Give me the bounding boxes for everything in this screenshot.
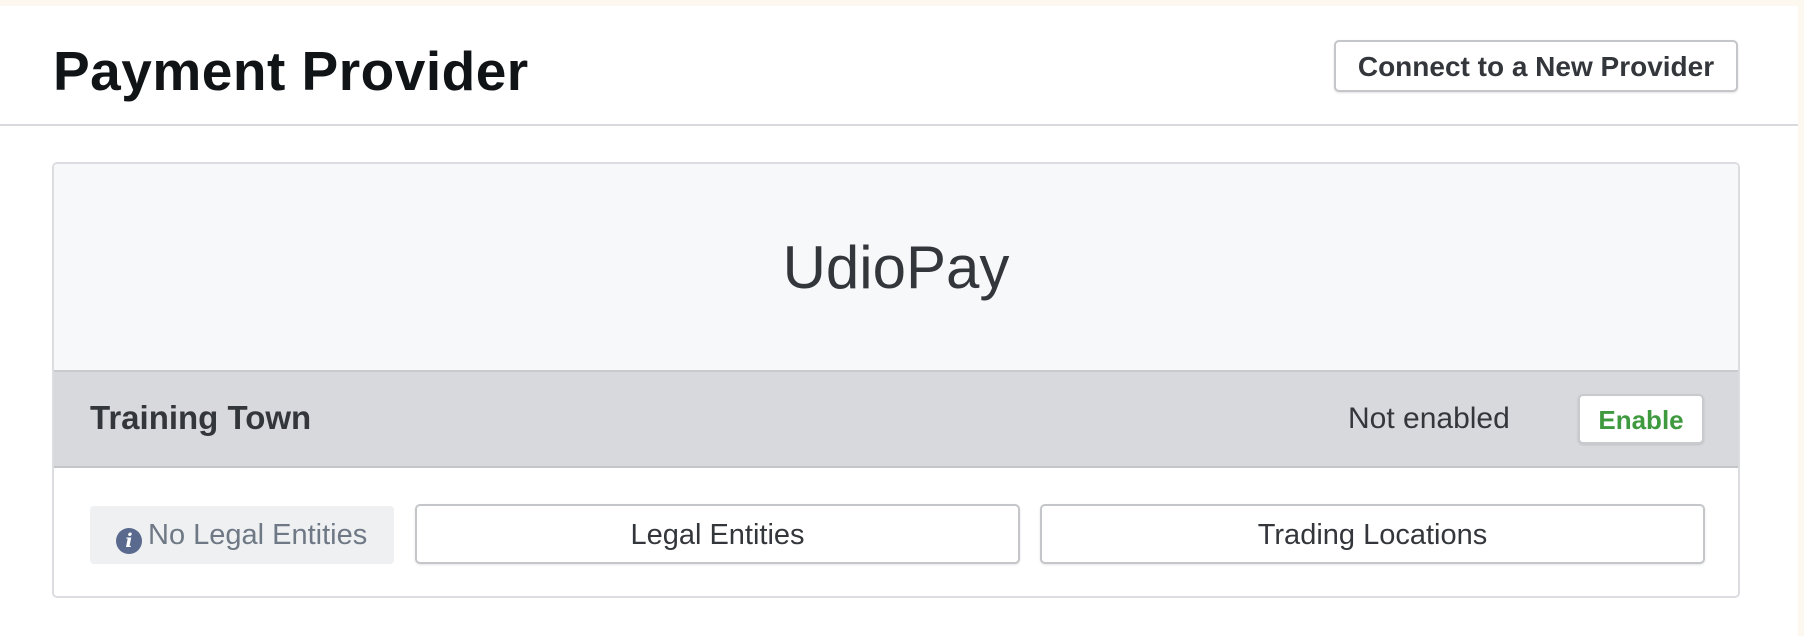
entity-row: Training Town Not enabled Enable <box>54 372 1738 468</box>
no-legal-entities-badge: i No Legal Entities <box>90 506 394 564</box>
enable-button[interactable]: Enable <box>1578 394 1704 444</box>
entity-name: Training Town <box>90 399 312 436</box>
provider-name: UdioPay <box>782 234 1010 301</box>
status-text: Not enabled <box>1348 402 1510 435</box>
legal-entities-button[interactable]: Legal Entities <box>415 504 1020 564</box>
connect-new-provider-button[interactable]: Connect to a New Provider <box>1334 40 1738 92</box>
trading-locations-button[interactable]: Trading Locations <box>1040 504 1705 564</box>
right-gutter <box>1798 0 1804 636</box>
provider-banner: UdioPay <box>54 164 1738 372</box>
no-legal-entities-label: No Legal Entities <box>148 519 368 551</box>
info-circle-icon: i <box>116 528 142 554</box>
page-header: Payment Provider Connect to a New Provid… <box>0 6 1798 126</box>
page-title: Payment Provider <box>53 40 529 102</box>
actions-row: i No Legal Entities Legal Entities Tradin… <box>54 468 1738 596</box>
provider-card: UdioPay Training Town Not enabled Enable… <box>52 162 1740 598</box>
